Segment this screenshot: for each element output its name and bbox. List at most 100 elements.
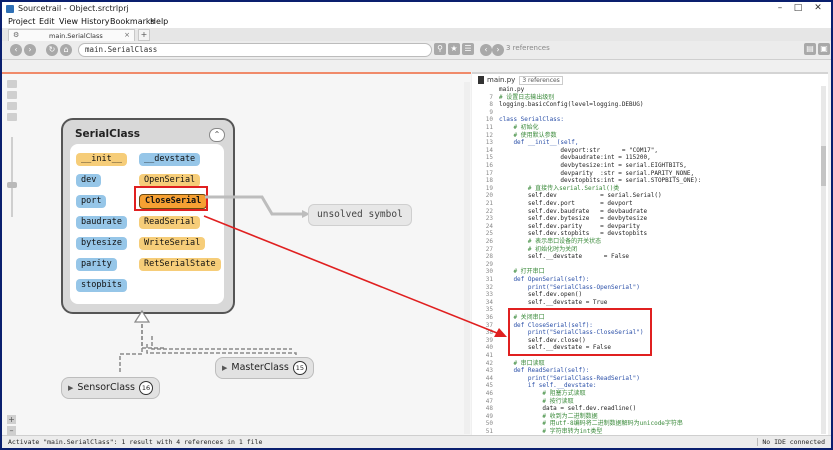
forward-button[interactable]: › [24,44,36,56]
code-line[interactable]: 13 def __init__(self, [472,139,579,147]
code-line[interactable]: 35 [472,306,499,314]
bookmark-star-icon[interactable]: ★ [448,43,460,55]
member-baudrate[interactable]: baudrate [76,216,127,229]
code-line[interactable]: 50 # 用utf-8编码将二进制数据解码为unicode字符串 [472,420,683,428]
code-line[interactable]: 33 self.dev.open() [472,291,582,299]
code-line[interactable]: main.py [472,86,524,94]
class-node-serialclass[interactable]: SerialClass ⌃ __init__ __devstate dev Op… [61,118,235,314]
expand-triangle-icon: ▶ [222,364,228,372]
graph-layout-icon[interactable] [7,80,17,88]
graph-group-icon[interactable] [7,91,17,99]
menu-edit[interactable]: Edit [39,17,55,26]
code-line[interactable]: 22 self.dev.baudrate = devbaudrate [472,208,647,216]
code-line[interactable]: 42 # 串口读取 [472,360,545,368]
code-line[interactable]: 44 print("SerialClass-ReadSerial") [472,375,640,383]
code-line[interactable]: 29 [472,261,499,269]
member-stopbits[interactable]: stopbits [76,279,127,292]
code-line[interactable]: 26 # 表示串口设备的开关状态 [472,238,601,246]
code-line[interactable]: 30 # 打开串口 [472,268,545,276]
close-window-button[interactable]: ✕ [812,3,824,14]
collapse-icon[interactable]: ⌃ [209,128,225,142]
member-init[interactable]: __init__ [76,153,127,166]
code-list-mode-icon[interactable]: ▤ [804,43,816,55]
member-devstate[interactable]: __devstate [139,153,201,166]
member-dev[interactable]: dev [76,174,102,187]
code-line[interactable]: 15 devbaudrate:int = 115200, [472,154,651,162]
line-number: 16 [485,162,493,169]
member-parity[interactable]: parity [76,258,117,271]
code-line[interactable]: 45 if self.__devstate: [472,382,597,390]
zoom-minus-button[interactable]: – [7,426,16,435]
code-prev-ref-button[interactable]: ‹ [480,44,492,56]
minimize-button[interactable]: – [774,3,786,14]
status-bar: Activate "main.SerialClass": 1 result wi… [2,435,831,448]
zoom-plus-button[interactable]: + [7,415,16,424]
unsolved-symbol-node[interactable]: unsolved symbol [308,204,412,226]
code-line[interactable]: 10 class SerialClass: [472,116,564,124]
menu-view[interactable]: View [59,17,78,26]
code-line[interactable]: 11 # 初始化 [472,124,539,132]
line-number: 39 [485,336,493,344]
code-line[interactable]: 17 devparity :str = serial.PARITY_NONE, [472,170,694,178]
code-single-mode-icon[interactable]: ▣ [818,43,830,55]
search-input[interactable]: main.SerialClass [78,43,432,57]
refresh-button[interactable]: ↻ [46,44,58,56]
bookmarks-list-icon[interactable]: ☰ [462,43,474,55]
code-line[interactable]: 41 [472,352,499,360]
code-file-name[interactable]: main.py [487,76,515,84]
code-line[interactable]: 7 # 设置日志输出级别 [472,94,554,102]
code-line[interactable]: 24 self.dev.parity = devparity [472,223,640,231]
code-line[interactable]: 47 # 按行读取 [472,398,574,406]
graph-scrollbar[interactable] [464,82,470,434]
code-line[interactable]: 20 self.dev = serial.Serial() [472,192,662,200]
code-line[interactable]: 28 self.__devstate = False [472,253,629,261]
member-writeserial[interactable]: WriteSerial [139,237,206,250]
code-line[interactable]: 32 print("SerialClass-OpenSerial") [472,284,640,292]
code-line[interactable]: 48 data = self.dev.readline() [472,405,637,413]
code-text: self.__devstate = True [499,298,608,306]
subclass-node-masterclass[interactable]: ▶ MasterClass 15 [215,357,314,379]
menu-bookmarks[interactable]: Bookmarks [110,17,155,26]
edge-inherit-3 [146,344,297,358]
zoom-slider-handle[interactable] [7,182,17,188]
member-port[interactable]: port [76,195,107,208]
code-next-ref-button[interactable]: › [492,44,504,56]
code-line[interactable]: 8 logging.basicConfig(level=logging.DEBUG… [472,101,643,109]
add-tab-button[interactable]: + [138,29,150,41]
code-text: # 设置日志输出级别 [499,93,555,101]
search-icon[interactable]: ⚲ [434,43,446,55]
class-node-title: SerialClass [75,128,141,140]
code-view[interactable]: main.py 3 references main.py 7 # 设置日志输出级别 8 l… [472,72,828,437]
menu-project[interactable]: Project [8,17,35,26]
code-line[interactable]: 21 self.dev.port = devport [472,200,633,208]
back-button[interactable]: ‹ [10,44,22,56]
code-scrollbar-thumb[interactable] [821,146,826,186]
member-retserialstate[interactable]: RetSerialState [139,258,221,271]
graph-zoom-in-icon[interactable] [7,113,17,121]
graph-zoom-out-icon[interactable] [7,102,17,110]
home-button[interactable]: ⌂ [60,44,72,56]
menu-help[interactable]: Help [150,17,168,26]
close-tab-icon[interactable]: × [124,31,130,39]
code-line[interactable]: 25 self.dev.stopbits = devstopbits [472,230,647,238]
code-line[interactable]: 19 # 直接传入serial.Serial()类 [472,185,620,193]
code-line[interactable]: 23 self.dev.bytesize = devbytesize [472,215,647,223]
zoom-slider-track[interactable] [11,137,13,217]
code-scrollbar[interactable] [821,86,826,434]
menu-history[interactable]: History [81,17,109,26]
subclass-node-sensorclass[interactable]: ▶ SensorClass 16 [61,377,160,399]
code-line[interactable]: 14 devport:str = "COM17", [472,147,658,155]
code-line[interactable]: 18 devstopbits:int = serial.STOPBITS_ONE… [472,177,702,185]
code-line[interactable]: 9 [472,109,499,117]
maximize-button[interactable]: □ [792,3,804,14]
code-line[interactable]: 16 devbytesize:int = serial.EIGHTBITS, [472,162,687,170]
graph-view[interactable]: + – SerialClass ⌃ __init__ __devstate de… [2,72,471,437]
code-line[interactable]: 34 self.__devstate = True [472,298,608,307]
code-line[interactable]: 27 # 初始化时为关闭 [472,246,577,254]
code-line[interactable]: 46 # 阻塞方式读取 [472,390,586,398]
member-bytesize[interactable]: bytesize [76,237,127,250]
code-line[interactable]: 43 def ReadSerial(self): [472,367,590,375]
code-line[interactable]: 31 def OpenSerial(self): [472,276,590,284]
code-line[interactable]: 12 # 使用默认参数 [472,132,557,140]
member-readserial[interactable]: ReadSerial [139,216,201,229]
